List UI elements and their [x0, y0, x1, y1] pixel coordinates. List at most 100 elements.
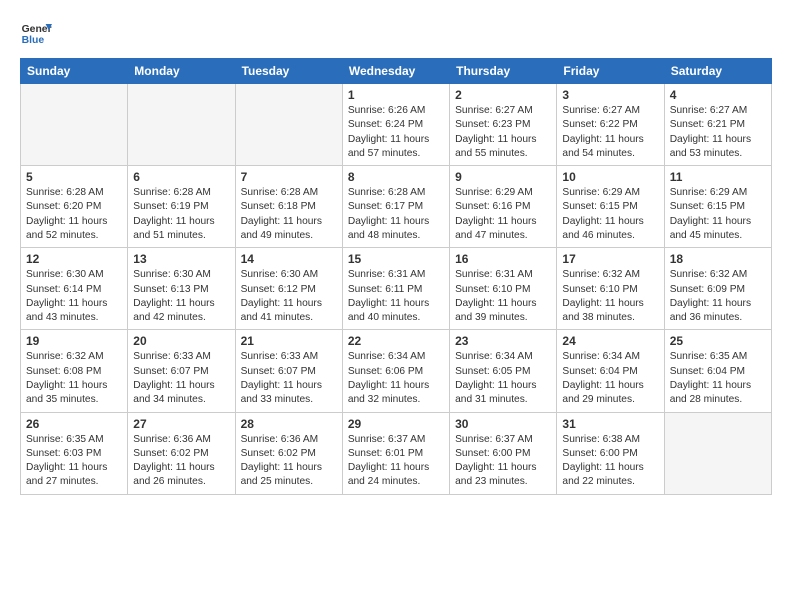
calendar-cell [235, 84, 342, 166]
day-info: Sunrise: 6:34 AMSunset: 6:06 PMDaylight:… [348, 350, 444, 407]
day-number: 15 [348, 252, 444, 266]
week-row-5: 26 Sunrise: 6:35 AMSunset: 6:03 PMDayligh… [21, 412, 772, 494]
calendar-cell: 18 Sunrise: 6:32 AMSunset: 6:09 PMDayligh… [664, 248, 771, 330]
calendar-cell: 28 Sunrise: 6:36 AMSunset: 6:02 PMDayligh… [235, 412, 342, 494]
day-number: 2 [455, 88, 551, 102]
calendar-cell: 1 Sunrise: 6:26 AMSunset: 6:24 PMDaylight… [342, 84, 449, 166]
day-number: 28 [241, 417, 337, 431]
calendar-cell: 20Sunrise: 6:33 AMSunset: 6:07 PMDayligh… [128, 330, 235, 412]
calendar-cell: 23 Sunrise: 6:34 AMSunset: 6:05 PMDayligh… [450, 330, 557, 412]
day-info: Sunrise: 6:33 AMSunset: 6:07 PMDaylight:… [133, 350, 229, 407]
day-info: Sunrise: 6:28 AMSunset: 6:17 PMDaylight:… [348, 186, 444, 243]
day-info: Sunrise: 6:31 AMSunset: 6:10 PMDaylight:… [455, 268, 551, 325]
day-number: 14 [241, 252, 337, 266]
calendar-cell: 25Sunrise: 6:35 AMSunset: 6:04 PMDayligh… [664, 330, 771, 412]
calendar-cell [664, 412, 771, 494]
day-info: Sunrise: 6:37 AMSunset: 6:01 PMDaylight:… [348, 433, 444, 490]
calendar-cell [21, 84, 128, 166]
day-number: 5 [26, 170, 122, 184]
day-info: Sunrise: 6:36 AMSunset: 6:02 PMDaylight:… [241, 433, 337, 490]
calendar-cell: 16 Sunrise: 6:31 AMSunset: 6:10 PMDayligh… [450, 248, 557, 330]
day-info: Sunrise: 6:32 AMSunset: 6:09 PMDaylight:… [670, 268, 766, 325]
week-row-2: 5 Sunrise: 6:28 AMSunset: 6:20 PMDaylight… [21, 166, 772, 248]
calendar-cell [128, 84, 235, 166]
weekday-header-thursday: Thursday [450, 59, 557, 84]
day-info: Sunrise: 6:34 AMSunset: 6:05 PMDaylight:… [455, 350, 551, 407]
day-info: Sunrise: 6:35 AMSunset: 6:03 PMDaylight:… [26, 433, 122, 490]
calendar: SundayMondayTuesdayWednesdayThursdayFrid… [20, 58, 772, 495]
day-info: Sunrise: 6:28 AMSunset: 6:19 PMDaylight:… [133, 186, 229, 243]
day-info: Sunrise: 6:27 AMSunset: 6:22 PMDaylight:… [562, 104, 658, 161]
calendar-cell: 6Sunrise: 6:28 AMSunset: 6:19 PMDaylight… [128, 166, 235, 248]
day-number: 9 [455, 170, 551, 184]
weekday-header-friday: Friday [557, 59, 664, 84]
day-info: Sunrise: 6:36 AMSunset: 6:02 PMDaylight:… [133, 433, 229, 490]
calendar-cell: 7 Sunrise: 6:28 AMSunset: 6:18 PMDaylight… [235, 166, 342, 248]
calendar-cell: 5 Sunrise: 6:28 AMSunset: 6:20 PMDaylight… [21, 166, 128, 248]
day-number: 18 [670, 252, 766, 266]
calendar-cell: 3 Sunrise: 6:27 AMSunset: 6:22 PMDaylight… [557, 84, 664, 166]
calendar-cell: 21 Sunrise: 6:33 AMSunset: 6:07 PMDayligh… [235, 330, 342, 412]
day-info: Sunrise: 6:32 AMSunset: 6:08 PMDaylight:… [26, 350, 122, 407]
day-number: 10 [562, 170, 658, 184]
day-number: 1 [348, 88, 444, 102]
logo: General Blue [20, 16, 54, 48]
calendar-cell: 26 Sunrise: 6:35 AMSunset: 6:03 PMDayligh… [21, 412, 128, 494]
day-info: Sunrise: 6:30 AMSunset: 6:13 PMDaylight:… [133, 268, 229, 325]
day-number: 22 [348, 334, 444, 348]
calendar-cell: 4 Sunrise: 6:27 AMSunset: 6:21 PMDaylight… [664, 84, 771, 166]
weekday-header-tuesday: Tuesday [235, 59, 342, 84]
calendar-cell: 30 Sunrise: 6:37 AMSunset: 6:00 PMDayligh… [450, 412, 557, 494]
day-info: Sunrise: 6:27 AMSunset: 6:23 PMDaylight:… [455, 104, 551, 161]
calendar-cell: 2 Sunrise: 6:27 AMSunset: 6:23 PMDaylight… [450, 84, 557, 166]
day-info: Sunrise: 6:26 AMSunset: 6:24 PMDaylight:… [348, 104, 444, 161]
week-row-4: 19 Sunrise: 6:32 AMSunset: 6:08 PMDayligh… [21, 330, 772, 412]
day-number: 23 [455, 334, 551, 348]
day-number: 7 [241, 170, 337, 184]
day-info: Sunrise: 6:29 AMSunset: 6:15 PMDaylight:… [670, 186, 766, 243]
calendar-cell: 13 Sunrise: 6:30 AMSunset: 6:13 PMDayligh… [128, 248, 235, 330]
day-info: Sunrise: 6:27 AMSunset: 6:21 PMDaylight:… [670, 104, 766, 161]
weekday-header-monday: Monday [128, 59, 235, 84]
day-info: Sunrise: 6:29 AMSunset: 6:15 PMDaylight:… [562, 186, 658, 243]
generalblue-logo-icon: General Blue [20, 16, 52, 48]
day-number: 4 [670, 88, 766, 102]
svg-text:Blue: Blue [22, 35, 45, 46]
week-row-1: 1 Sunrise: 6:26 AMSunset: 6:24 PMDaylight… [21, 84, 772, 166]
day-number: 26 [26, 417, 122, 431]
calendar-cell: 9 Sunrise: 6:29 AMSunset: 6:16 PMDaylight… [450, 166, 557, 248]
header: General Blue [20, 16, 772, 48]
day-info: Sunrise: 6:33 AMSunset: 6:07 PMDaylight:… [241, 350, 337, 407]
day-info: Sunrise: 6:32 AMSunset: 6:10 PMDaylight:… [562, 268, 658, 325]
day-info: Sunrise: 6:31 AMSunset: 6:11 PMDaylight:… [348, 268, 444, 325]
day-number: 3 [562, 88, 658, 102]
day-info: Sunrise: 6:37 AMSunset: 6:00 PMDaylight:… [455, 433, 551, 490]
day-info: Sunrise: 6:35 AMSunset: 6:04 PMDaylight:… [670, 350, 766, 407]
day-number: 29 [348, 417, 444, 431]
calendar-cell: 27 Sunrise: 6:36 AMSunset: 6:02 PMDayligh… [128, 412, 235, 494]
day-number: 11 [670, 170, 766, 184]
day-info: Sunrise: 6:28 AMSunset: 6:20 PMDaylight:… [26, 186, 122, 243]
day-number: 31 [562, 417, 658, 431]
day-number: 13 [133, 252, 229, 266]
calendar-cell: 15 Sunrise: 6:31 AMSunset: 6:11 PMDayligh… [342, 248, 449, 330]
day-number: 21 [241, 334, 337, 348]
day-number: 30 [455, 417, 551, 431]
day-number: 19 [26, 334, 122, 348]
day-info: Sunrise: 6:30 AMSunset: 6:12 PMDaylight:… [241, 268, 337, 325]
calendar-cell: 19 Sunrise: 6:32 AMSunset: 6:08 PMDayligh… [21, 330, 128, 412]
day-info: Sunrise: 6:34 AMSunset: 6:04 PMDaylight:… [562, 350, 658, 407]
day-number: 12 [26, 252, 122, 266]
day-number: 27 [133, 417, 229, 431]
day-info: Sunrise: 6:29 AMSunset: 6:16 PMDaylight:… [455, 186, 551, 243]
weekday-header-sunday: Sunday [21, 59, 128, 84]
day-number: 16 [455, 252, 551, 266]
page: General Blue SundayMondayTuesdayWednesda… [0, 0, 792, 612]
weekday-header-wednesday: Wednesday [342, 59, 449, 84]
day-number: 17 [562, 252, 658, 266]
calendar-cell: 14 Sunrise: 6:30 AMSunset: 6:12 PMDayligh… [235, 248, 342, 330]
week-row-3: 12 Sunrise: 6:30 AMSunset: 6:14 PMDayligh… [21, 248, 772, 330]
calendar-cell: 29 Sunrise: 6:37 AMSunset: 6:01 PMDayligh… [342, 412, 449, 494]
day-info: Sunrise: 6:30 AMSunset: 6:14 PMDaylight:… [26, 268, 122, 325]
day-info: Sunrise: 6:28 AMSunset: 6:18 PMDaylight:… [241, 186, 337, 243]
